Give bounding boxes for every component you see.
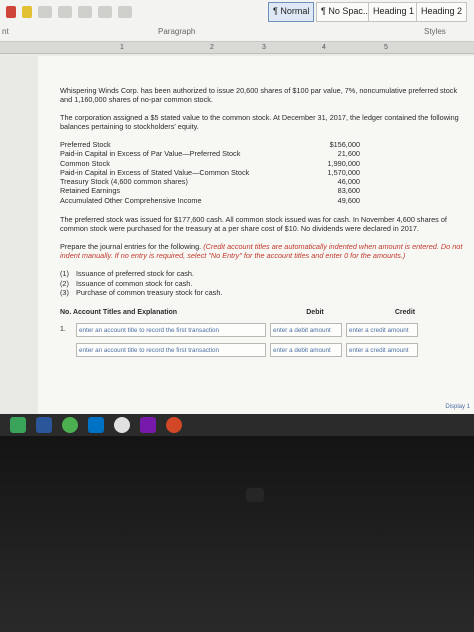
account-name: Treasury Stock (4,600 common shares) [60, 177, 188, 187]
partial-group-label: nt [2, 27, 9, 36]
onenote-icon[interactable] [140, 417, 156, 433]
account-amount: 1,570,000 [327, 167, 360, 177]
task-number: (1) [60, 269, 69, 279]
table-row: Common Stock 1,990,000 [60, 159, 360, 168]
account-title-input[interactable]: enter an account title to record the fir… [76, 342, 266, 357]
document-body: Whispering Winds Corp. has been authoriz… [60, 86, 470, 360]
word-window: ¶ Normal ¶ No Spac... Heading 1 Heading … [0, 0, 474, 420]
intro-paragraph: Whispering Winds Corp. has been authoriz… [60, 86, 458, 104]
list-item: (1) Issuance of preferred stock for cash. [60, 269, 470, 279]
chrome-icon[interactable] [114, 417, 130, 433]
ruler-tick: 4 [322, 44, 326, 51]
account-name: Paid-in Capital in Excess of Par Value—P… [60, 149, 241, 159]
account-amount: $156,000 [329, 140, 360, 149]
account-name: Preferred Stock [60, 140, 111, 149]
style-no-spacing[interactable]: ¶ No Spac... [316, 2, 376, 22]
start-icon[interactable] [10, 417, 26, 433]
journal-header-account: No. Account Titles and Explanation [60, 308, 270, 317]
word-icon[interactable] [36, 417, 52, 433]
task-number: (2) [60, 278, 69, 288]
laptop-bezel [0, 436, 474, 632]
display-button[interactable]: Display 1 [445, 404, 470, 410]
table-row: Paid-in Capital in Excess of Stated Valu… [60, 168, 360, 177]
font-color-icon[interactable] [6, 6, 16, 18]
journal-row: enter an account title to record the fir… [60, 340, 460, 360]
table-row: Retained Earnings 83,600 [60, 186, 360, 195]
ruler-tick: 2 [210, 44, 214, 51]
list-item: (3) Purchase of common treasury stock for… [60, 288, 470, 298]
task-text: Issuance of common stock for cash. [76, 278, 193, 288]
account-title-input[interactable]: enter an account title to record the fir… [76, 322, 266, 337]
journal-col-debit: Debit [306, 308, 324, 316]
bullets-icon[interactable] [38, 6, 52, 18]
ribbon: ¶ Normal ¶ No Spac... Heading 1 Heading … [0, 0, 474, 42]
document-page[interactable]: Whispering Winds Corp. has been authoriz… [38, 56, 474, 420]
spotify-icon[interactable] [62, 417, 78, 433]
journal-entry-form: No. Account Titles and Explanation Debit… [60, 308, 460, 360]
account-amount: 49,600 [337, 195, 360, 205]
ruler[interactable]: 1 2 3 4 5 [0, 42, 474, 54]
account-name: Retained Earnings [60, 186, 121, 196]
list-item: (2) Issuance of common stock for cash. [60, 279, 470, 289]
debit-amount-input[interactable]: enter a debit amount [270, 322, 342, 337]
issue-paragraph: The preferred stock was issued for $177,… [60, 215, 447, 234]
debit-amount-input[interactable]: enter a debit amount [270, 342, 342, 357]
journal-header: No. Account Titles and Explanation Debit… [60, 308, 460, 317]
task-text: Purchase of common treasury stock for ca… [76, 288, 223, 298]
instruction-paragraph: Prepare the journal entries for the foll… [60, 242, 470, 260]
credit-amount-input[interactable]: enter a credit amount [346, 322, 418, 337]
table-row: Paid-in Capital in Excess of Par Value—P… [60, 149, 360, 158]
outlook-icon[interactable] [88, 417, 104, 433]
account-amount: 46,000 [337, 177, 360, 187]
ruler-tick: 5 [384, 44, 388, 51]
balances-table: Preferred Stock $156,000 Paid-in Capital … [60, 140, 360, 205]
journal-row-number: 1. [60, 326, 66, 334]
table-row: Preferred Stock $156,000 [60, 140, 360, 149]
journal-row: 1. enter an account title to record the … [60, 320, 460, 340]
laptop-logo-icon [246, 488, 264, 502]
numbering-icon[interactable] [58, 6, 72, 18]
shading-icon[interactable] [98, 6, 112, 18]
highlight-icon[interactable] [22, 6, 32, 18]
ruler-tick: 1 [120, 44, 124, 51]
style-heading-1[interactable]: Heading 1 [368, 2, 420, 22]
account-amount: 1,990,000 [327, 158, 360, 168]
task-text: Issuance of preferred stock for cash. [76, 269, 195, 279]
borders-icon[interactable] [118, 6, 132, 18]
style-heading-2[interactable]: Heading 2 [416, 2, 468, 22]
task-list: (1) Issuance of preferred stock for cash.… [60, 269, 470, 298]
styles-group-label: Styles [424, 27, 446, 36]
account-amount: 21,600 [337, 149, 360, 159]
stated-value-paragraph: The corporation assigned a $5 stated val… [60, 113, 459, 131]
instruction-lead: Prepare the journal entries for the foll… [60, 242, 202, 252]
table-row: Treasury Stock (4,600 common shares) 46,0… [60, 177, 360, 186]
journal-col-credit: Credit [394, 308, 416, 316]
style-normal[interactable]: ¶ Normal [268, 2, 315, 22]
account-amount: 83,600 [337, 186, 360, 196]
taskbar [0, 414, 474, 436]
table-row: Accumulated Other Comprehensive Income 49… [60, 196, 360, 205]
account-name: Accumulated Other Comprehensive Income [60, 195, 202, 205]
journal-col-no: No. [60, 308, 72, 316]
journal-col-account: Account Titles and Explanation [72, 308, 178, 316]
ruler-tick: 3 [262, 44, 266, 51]
paragraph-group-label: Paragraph [158, 27, 196, 36]
align-icon[interactable] [78, 6, 92, 18]
credit-amount-input[interactable]: enter a credit amount [346, 342, 418, 357]
account-name: Common Stock [60, 158, 110, 168]
account-name: Paid-in Capital in Excess of Stated Valu… [60, 167, 250, 177]
powerpoint-icon[interactable] [166, 417, 182, 433]
task-number: (3) [60, 288, 69, 298]
